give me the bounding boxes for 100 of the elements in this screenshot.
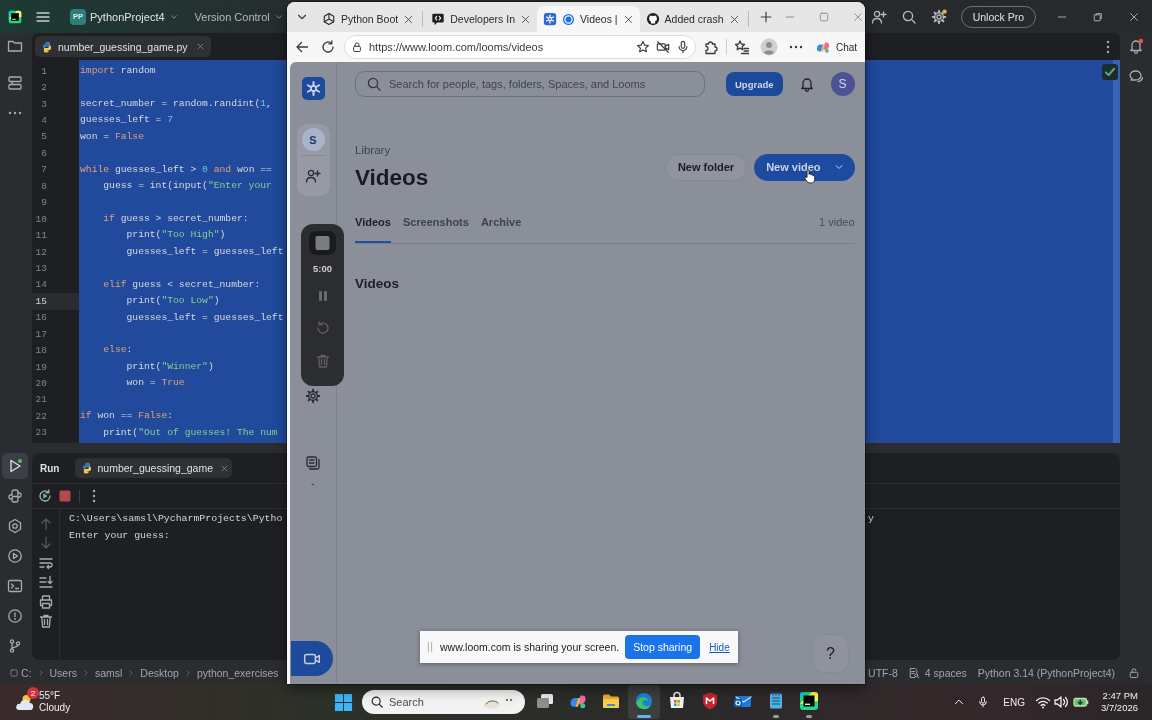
python-icon bbox=[81, 462, 94, 474]
bell-icon[interactable] bbox=[1128, 38, 1144, 54]
upgrade-button[interactable]: Upgrade bbox=[726, 72, 783, 96]
close-icon[interactable] bbox=[520, 13, 531, 25]
browser-tab[interactable]: Videos | bbox=[537, 6, 640, 32]
address-bar[interactable]: https://www.loom.com/looms/videos bbox=[344, 35, 696, 59]
grip-icon[interactable] bbox=[426, 640, 434, 654]
stop-icon[interactable] bbox=[309, 231, 336, 255]
refresh-icon[interactable] bbox=[320, 39, 336, 55]
run-tab[interactable]: number_guessing_game bbox=[75, 458, 233, 478]
breadcrumb-item[interactable]: Users bbox=[49, 667, 77, 679]
print-icon[interactable] bbox=[37, 593, 54, 610]
scroll-to-end-icon[interactable] bbox=[37, 574, 54, 591]
stop-sharing-button[interactable]: Stop sharing bbox=[625, 635, 701, 659]
asterisk-logo-icon[interactable] bbox=[301, 77, 325, 100]
language-indicator[interactable]: ENG bbox=[1003, 696, 1025, 708]
puzzle-icon[interactable] bbox=[703, 39, 719, 55]
add-user-icon[interactable] bbox=[870, 8, 887, 25]
breadcrumb-item[interactable]: samsl bbox=[94, 667, 123, 679]
tool-window-button[interactable] bbox=[2, 453, 28, 479]
record-button[interactable] bbox=[291, 641, 333, 676]
mic-icon[interactable] bbox=[977, 695, 990, 709]
breadcrumb-item[interactable]: C: bbox=[21, 667, 32, 679]
mic-icon[interactable] bbox=[676, 40, 690, 54]
close-icon[interactable] bbox=[403, 13, 415, 25]
search-field[interactable]: Search bbox=[389, 696, 478, 708]
code-line: guesses_left = 7 bbox=[80, 113, 174, 128]
vcs-menu[interactable]: Version Control bbox=[194, 4, 284, 29]
line-number: 4 bbox=[41, 115, 47, 127]
clock-date[interactable]: 3/7/2026 bbox=[1101, 702, 1138, 714]
chevron-right-icon bbox=[127, 669, 136, 677]
line-number: 12 bbox=[35, 246, 47, 258]
close-icon[interactable] bbox=[622, 13, 634, 25]
camera-off-icon[interactable] bbox=[656, 40, 670, 54]
gear-icon[interactable] bbox=[305, 388, 321, 404]
cloud-sun-icon[interactable] bbox=[14, 693, 34, 711]
volume-icon[interactable] bbox=[1053, 694, 1069, 710]
indent-label[interactable]: 4 spaces bbox=[924, 667, 967, 679]
taskbar-app[interactable] bbox=[628, 685, 660, 719]
editor-tab[interactable]: number_guessing_game.py bbox=[35, 36, 211, 57]
scrollbar[interactable] bbox=[1113, 60, 1120, 443]
close-icon[interactable] bbox=[1128, 10, 1140, 23]
breadcrumb-item[interactable]: python_exercises bbox=[196, 667, 279, 679]
profile-avatar-icon[interactable] bbox=[760, 38, 778, 56]
new-folder-button[interactable]: New folder bbox=[664, 153, 748, 181]
bell-icon[interactable] bbox=[798, 76, 815, 92]
browser-tab[interactable]: Added crash bbox=[639, 6, 746, 32]
gear-icon[interactable] bbox=[930, 8, 947, 25]
documents-icon[interactable] bbox=[305, 455, 321, 471]
plus-icon[interactable] bbox=[758, 10, 773, 24]
tab[interactable]: Screenshots bbox=[402, 215, 469, 243]
search-icon[interactable] bbox=[900, 8, 917, 25]
terminal-icon bbox=[7, 578, 23, 594]
chat-button[interactable]: Chat bbox=[812, 35, 862, 59]
close-icon[interactable] bbox=[195, 42, 205, 51]
stop-icon[interactable] bbox=[57, 488, 73, 504]
help-button[interactable]: ? bbox=[812, 634, 849, 673]
weather-condition[interactable]: Cloudy bbox=[39, 702, 71, 714]
temperature[interactable]: 55°F bbox=[39, 690, 61, 702]
encoding-label[interactable]: UTF-8 bbox=[868, 667, 898, 679]
search-bar[interactable]: Search for people, tags, folders, Spaces, and Looms bbox=[355, 71, 705, 97]
browser-tab[interactable]: Developers In bbox=[425, 6, 537, 32]
close-icon[interactable] bbox=[220, 463, 230, 473]
interpreter-label[interactable]: Python 3.14 (PythonProject4) bbox=[977, 667, 1115, 679]
lock-icon[interactable] bbox=[351, 41, 363, 53]
start-icon[interactable] bbox=[333, 692, 353, 712]
running-indicator bbox=[773, 715, 779, 718]
tab[interactable]: Videos bbox=[355, 215, 391, 243]
rerun-icon[interactable] bbox=[37, 488, 53, 504]
trash-icon[interactable] bbox=[37, 612, 54, 629]
avatar[interactable]: S bbox=[830, 72, 855, 96]
favorites-icon[interactable] bbox=[734, 39, 750, 55]
code-line: print("Too High") bbox=[125, 228, 226, 243]
close-icon[interactable] bbox=[728, 13, 740, 25]
add-user-icon[interactable] bbox=[305, 168, 321, 184]
open-lock-icon[interactable] bbox=[1128, 667, 1140, 679]
avatar[interactable]: S bbox=[301, 128, 325, 151]
clock-time[interactable]: 2:47 PM bbox=[1102, 690, 1138, 702]
line-number: 23 bbox=[35, 427, 47, 439]
breadcrumb[interactable]: Library bbox=[355, 143, 391, 158]
tab[interactable]: Archive bbox=[480, 215, 522, 243]
new-video-button[interactable]: New video bbox=[754, 153, 855, 181]
restore-icon[interactable] bbox=[1092, 10, 1104, 23]
check-icon[interactable] bbox=[1102, 64, 1118, 80]
breadcrumb-item[interactable]: Desktop bbox=[140, 667, 179, 679]
wifi-icon[interactable] bbox=[1035, 694, 1051, 710]
restart-icon[interactable] bbox=[314, 320, 331, 336]
code-line: elif guess < secret_number: bbox=[102, 277, 261, 292]
hide-link[interactable]: Hide bbox=[709, 641, 730, 653]
star-icon[interactable] bbox=[636, 40, 650, 54]
branch-icon bbox=[7, 638, 23, 654]
line-number: 13 bbox=[35, 262, 47, 274]
back-arrow-icon[interactable] bbox=[294, 39, 310, 55]
project-selector[interactable]: PythonProject4 bbox=[90, 4, 179, 29]
chat-bubbles-icon[interactable] bbox=[1128, 68, 1144, 84]
search-bar[interactable]: Search bbox=[362, 690, 525, 714]
browser-tab[interactable]: Python Boot bbox=[316, 6, 421, 32]
app-logo-icon[interactable] bbox=[8, 9, 22, 24]
search-field[interactable]: Search for people, tags, folders, Spaces, and Looms bbox=[389, 78, 704, 90]
address-field[interactable]: https://www.loom.com/looms/videos bbox=[369, 41, 630, 53]
